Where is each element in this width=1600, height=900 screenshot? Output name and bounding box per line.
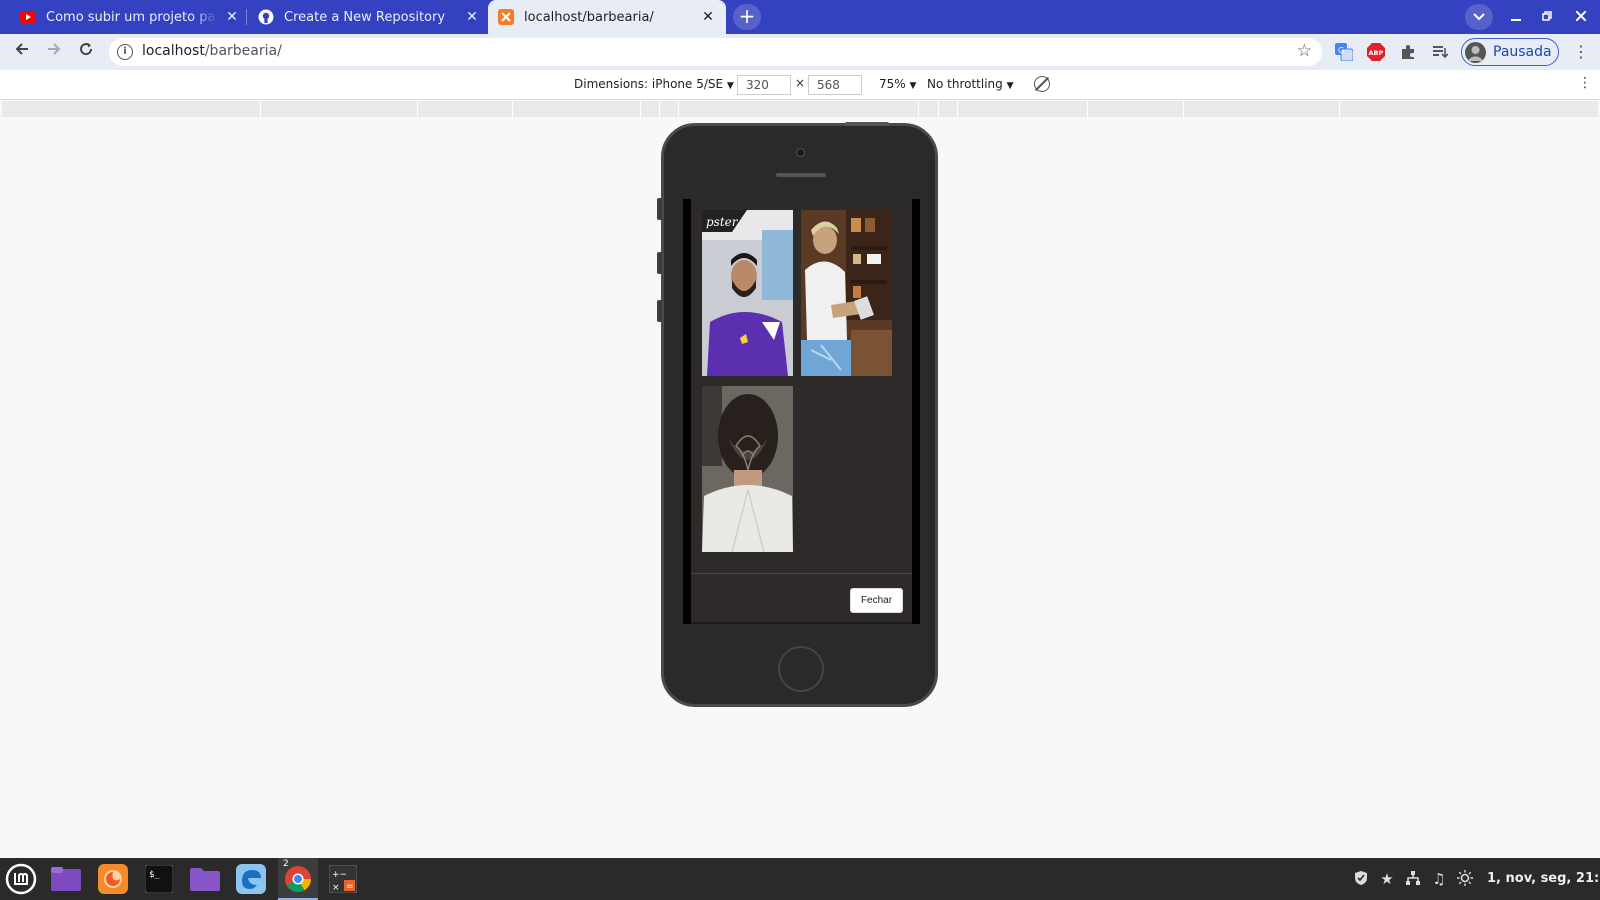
volume-up-button (657, 252, 662, 274)
dimension-separator: × (795, 76, 806, 90)
svg-text:+−: +− (332, 870, 347, 880)
restore-icon[interactable] (1536, 6, 1558, 28)
front-camera (796, 148, 805, 157)
site-info-icon[interactable]: i (117, 44, 133, 60)
adblock-icon[interactable]: ABP (1367, 43, 1385, 61)
svg-text:ABP: ABP (1369, 49, 1384, 57)
tab-localhost[interactable]: localhost/barbearia/ ✕ (488, 0, 726, 34)
mint-menu-icon[interactable] (5, 863, 37, 895)
browser-toolbar: i localhost/barbearia/ ☆ G ABP Pausada ⋮ (0, 34, 1600, 70)
star-icon[interactable]: ★ (1378, 870, 1396, 888)
network-icon[interactable] (1404, 870, 1422, 888)
google-translate-icon[interactable]: G (1335, 43, 1353, 61)
rotate-icon[interactable] (1034, 76, 1050, 92)
taskbar: $_ 2 +− × = ★ ♫ 1, nov, seg, 21:28 (0, 858, 1600, 900)
page-background-left (683, 199, 691, 624)
device-dimensions-select[interactable]: Dimensions: iPhone 5/SE ▼ (574, 77, 734, 91)
page-background-right (912, 199, 920, 624)
firefox-icon[interactable] (97, 863, 129, 895)
tab-title: Como subir um projeto para o (46, 9, 218, 25)
browser-menu-icon[interactable]: ⋮ (1573, 42, 1589, 62)
close-tab-icon[interactable]: ✕ (224, 9, 240, 25)
throttling-select[interactable]: No throttling ▼ (927, 77, 1014, 91)
edge-icon[interactable] (235, 863, 267, 895)
volume-down-button (657, 300, 662, 322)
puzzle-icon[interactable] (1399, 43, 1417, 61)
window-count-badge: 2 (283, 859, 289, 869)
folder-icon[interactable] (189, 863, 221, 895)
device-width-input[interactable]: 320 (737, 75, 791, 95)
svg-text:=: = (346, 882, 354, 892)
gallery-modal: pster Fechar (691, 199, 912, 622)
tab-separator (246, 9, 247, 25)
chevron-down-icon: ▼ (726, 81, 734, 91)
youtube-icon (20, 9, 36, 25)
files-purple-icon[interactable] (50, 863, 82, 895)
avatar (1465, 42, 1486, 63)
profile-button[interactable]: Pausada (1461, 38, 1559, 66)
terminal-icon[interactable]: $_ (143, 863, 175, 895)
brightness-icon[interactable] (1456, 870, 1474, 888)
tab-bar: Como subir um projeto para o ✕ Create a … (0, 0, 1600, 34)
address-bar[interactable]: i localhost/barbearia/ ☆ (109, 38, 1322, 66)
tab-title: Create a New Repository (284, 9, 446, 25)
close-modal-button[interactable]: Fechar (850, 588, 903, 613)
home-button (778, 646, 824, 692)
close-tab-icon[interactable]: ✕ (464, 9, 480, 25)
device-height-input[interactable]: 568 (808, 75, 862, 95)
close-tab-icon[interactable]: ✕ (700, 9, 716, 25)
xampp-icon (498, 9, 514, 25)
device-frame: pster Fechar (657, 122, 938, 707)
gallery-image[interactable] (702, 386, 793, 552)
profile-label: Pausada (1493, 44, 1552, 60)
device-toolbar: Dimensions: iPhone 5/SE ▼ 320 × 568 75% … (0, 70, 1600, 100)
clock[interactable]: 1, nov, seg, 21:28 (1487, 871, 1600, 886)
shield-icon[interactable] (1352, 870, 1370, 888)
devtools-more-icon[interactable]: ⋮ (1578, 75, 1592, 91)
tab-search-icon[interactable] (1465, 4, 1493, 30)
media-query-bar[interactable] (2, 101, 1598, 117)
chevron-down-icon: ▼ (909, 81, 917, 91)
forward-icon[interactable] (43, 41, 65, 63)
reading-list-icon[interactable] (1431, 43, 1449, 61)
tab-youtube[interactable]: Como subir um projeto para o ✕ (12, 0, 240, 34)
url-text: localhost/barbearia/ (142, 43, 282, 59)
power-button (845, 122, 889, 126)
zoom-select[interactable]: 75% ▼ (879, 77, 916, 91)
chevron-down-icon: ▼ (1006, 81, 1014, 91)
tab-title: localhost/barbearia/ (524, 9, 654, 25)
device-screen: pster Fechar (683, 199, 920, 624)
bookmark-star-icon[interactable]: ☆ (1297, 41, 1312, 61)
svg-text:G: G (1338, 46, 1344, 55)
svg-text:$_: $_ (149, 870, 160, 880)
earpiece (776, 173, 826, 177)
reload-icon[interactable] (75, 41, 97, 63)
gallery-image[interactable]: pster (702, 210, 793, 376)
svg-text:pster: pster (706, 215, 739, 229)
mute-switch (657, 198, 662, 220)
modal-body: pster (691, 199, 912, 574)
minimize-icon[interactable] (1505, 6, 1527, 28)
back-icon[interactable] (11, 41, 33, 63)
gallery-image[interactable] (801, 210, 892, 376)
close-window-icon[interactable] (1570, 6, 1592, 28)
new-tab-button[interactable]: + (733, 4, 761, 30)
calculator-icon[interactable]: +− × = (327, 863, 359, 895)
svg-text:×: × (332, 883, 340, 893)
github-icon (258, 9, 274, 25)
tab-github[interactable]: Create a New Repository ✕ (250, 0, 480, 34)
sound-icon[interactable]: ♫ (1430, 870, 1448, 888)
